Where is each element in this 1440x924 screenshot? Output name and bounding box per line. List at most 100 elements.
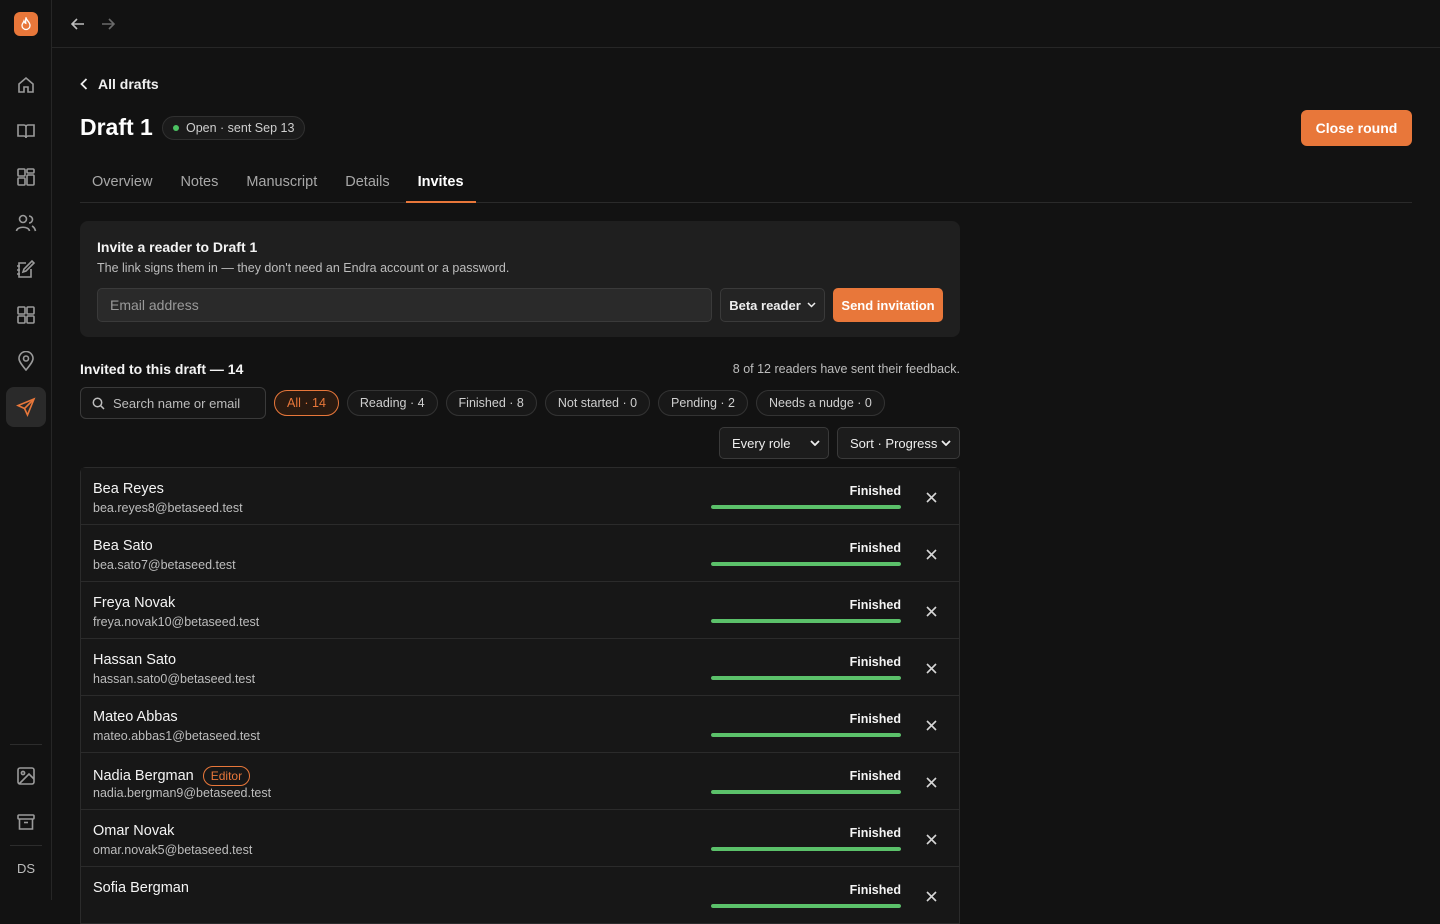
remove-reader-button[interactable] xyxy=(921,829,941,849)
reader-status: Finished xyxy=(849,883,901,897)
remove-reader-button[interactable] xyxy=(921,715,941,735)
reader-row[interactable]: Sofia Bergman Finished xyxy=(81,867,959,924)
reader-name: Bea Reyes xyxy=(93,481,164,497)
reader-row[interactable]: Freya Novak freya.novak10@betaseed.test … xyxy=(81,582,959,639)
reader-row[interactable]: Nadia Bergman Editor nadia.bergman9@beta… xyxy=(81,753,959,810)
close-icon xyxy=(925,719,937,731)
remove-reader-button[interactable] xyxy=(921,487,941,507)
back-link-label: All drafts xyxy=(98,76,159,92)
search-input[interactable]: Search name or email xyxy=(80,387,266,419)
status-dot-icon xyxy=(173,125,179,131)
send-icon[interactable] xyxy=(6,387,46,427)
progress-fill xyxy=(711,562,901,566)
reader-email: omar.novak5@betaseed.test xyxy=(93,843,253,857)
reader-name: Hassan Sato xyxy=(93,652,177,668)
chevron-left-icon xyxy=(80,78,88,90)
role-dropdown[interactable]: Beta reader xyxy=(720,288,825,322)
role-filter-label: Every role xyxy=(732,435,791,451)
filter-chip-finished[interactable]: Finished · 8 xyxy=(445,390,537,416)
tab-overview[interactable]: Overview xyxy=(80,162,164,203)
close-icon xyxy=(925,491,937,503)
close-icon xyxy=(925,662,937,674)
email-field[interactable] xyxy=(97,288,712,322)
tab-bar: Overview Notes Manuscript Details Invite… xyxy=(80,162,1412,203)
close-icon xyxy=(925,776,937,788)
users-icon[interactable] xyxy=(6,203,46,243)
reader-email: nadia.bergman9@betaseed.test xyxy=(93,786,272,800)
reader-name-group: Freya Novak xyxy=(93,595,175,611)
reader-row[interactable]: Hassan Sato hassan.sato0@betaseed.test F… xyxy=(81,639,959,696)
back-arrow-icon[interactable] xyxy=(68,14,88,34)
reader-name: Bea Sato xyxy=(93,538,153,554)
reader-name-group: Bea Sato xyxy=(93,538,153,554)
reader-name: Mateo Abbas xyxy=(93,709,178,725)
reader-row[interactable]: Omar Novak omar.novak5@betaseed.test Fin… xyxy=(81,810,959,867)
progress-fill xyxy=(711,676,901,680)
reader-name-group: Sofia Bergman xyxy=(93,880,189,896)
invite-heading: Invite a reader to Draft 1 xyxy=(97,239,258,255)
progress-fill xyxy=(711,904,901,908)
sort-select[interactable]: Sort · Progress xyxy=(837,427,960,459)
reader-name-group: Bea Reyes xyxy=(93,481,164,497)
invite-subtext: The link signs them in — they don't need… xyxy=(97,261,510,275)
grid-icon[interactable] xyxy=(6,157,46,197)
reader-name-group: Omar Novak xyxy=(93,823,174,839)
reader-name: Omar Novak xyxy=(93,823,175,839)
avatar[interactable]: DS xyxy=(10,852,42,884)
book-icon[interactable] xyxy=(6,111,46,151)
remove-reader-button[interactable] xyxy=(921,658,941,678)
tab-details[interactable]: Details xyxy=(333,162,401,203)
map-pin-icon[interactable] xyxy=(6,341,46,381)
reader-email: bea.reyes8@betaseed.test xyxy=(93,501,243,515)
progress-bar xyxy=(711,505,901,509)
progress-fill xyxy=(711,847,901,851)
status-text: Open · sent Sep 13 xyxy=(186,121,295,135)
flame-icon[interactable] xyxy=(14,12,38,36)
progress-fill xyxy=(711,790,901,794)
sidebar-divider xyxy=(10,744,42,745)
invited-list-heading: Invited to this draft — 14 xyxy=(80,361,244,377)
edit-notebook-icon[interactable] xyxy=(6,249,46,289)
invite-card: Invite a reader to Draft 1 The link sign… xyxy=(80,221,960,337)
filter-chip-all[interactable]: All · 14 xyxy=(274,390,339,416)
filter-chip-reading[interactable]: Reading · 4 xyxy=(346,390,438,416)
image-icon[interactable] xyxy=(6,756,46,796)
reader-status: Finished xyxy=(849,541,901,555)
tab-notes[interactable]: Notes xyxy=(168,162,230,203)
tab-manuscript[interactable]: Manuscript xyxy=(234,162,329,203)
reader-name-group: Hassan Sato xyxy=(93,652,176,668)
progress-bar xyxy=(711,619,901,623)
reader-name: Freya Novak xyxy=(93,595,176,611)
reader-status: Finished xyxy=(849,769,901,783)
progress-fill xyxy=(711,619,901,623)
filter-chip-pending[interactable]: Pending · 2 xyxy=(658,390,748,416)
filter-chip-needs-nudge[interactable]: Needs a nudge · 0 xyxy=(755,390,885,416)
top-bar xyxy=(52,0,1440,48)
role-filter-select[interactable]: Every role xyxy=(719,427,829,459)
reader-row[interactable]: Bea Reyes bea.reyes8@betaseed.test Finis… xyxy=(81,468,959,525)
progress-bar xyxy=(711,562,901,566)
reader-name: Nadia Bergman xyxy=(93,768,194,784)
forward-arrow-icon[interactable] xyxy=(98,14,118,34)
remove-reader-button[interactable] xyxy=(921,544,941,564)
filter-chip-not-started[interactable]: Not started · 0 xyxy=(544,390,651,416)
sidebar-divider xyxy=(10,845,42,846)
reader-email: mateo.abbas1@betaseed.test xyxy=(93,729,260,743)
remove-reader-button[interactable] xyxy=(921,601,941,621)
home-icon[interactable] xyxy=(6,65,46,105)
back-to-drafts-link[interactable]: All drafts xyxy=(80,76,159,92)
archive-icon[interactable] xyxy=(6,802,46,842)
remove-reader-button[interactable] xyxy=(921,772,941,792)
reader-status: Finished xyxy=(849,655,901,669)
chevron-down-icon xyxy=(810,440,820,446)
apps-icon[interactable] xyxy=(6,295,46,335)
reader-row[interactable]: Mateo Abbas mateo.abbas1@betaseed.test F… xyxy=(81,696,959,753)
reader-email: hassan.sato0@betaseed.test xyxy=(93,672,256,686)
remove-reader-button[interactable] xyxy=(921,886,941,906)
progress-bar xyxy=(711,733,901,737)
reader-row[interactable]: Bea Sato bea.sato7@betaseed.test Finishe… xyxy=(81,525,959,582)
tab-invites[interactable]: Invites xyxy=(405,162,476,203)
send-invitation-button[interactable]: Send invitation xyxy=(833,288,943,322)
close-round-button[interactable]: Close round xyxy=(1301,110,1412,146)
role-badge: Editor xyxy=(202,766,251,786)
